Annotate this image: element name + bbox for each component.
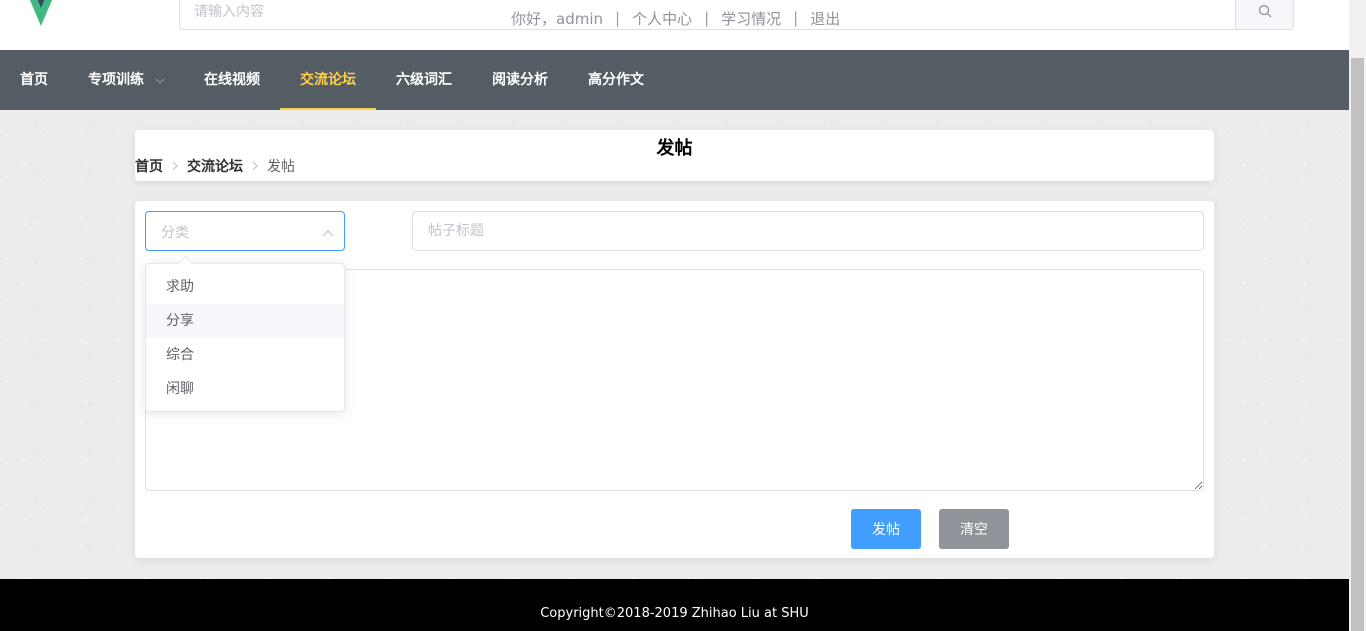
page-title: 发帖 bbox=[656, 138, 693, 159]
user-links: 你好，admin | 个人中心 | 学习情况 | 退出 bbox=[511, 8, 840, 28]
post-title-input[interactable] bbox=[412, 211, 1204, 251]
main-nav: 首页 专项训练 在线视频 交流论坛 六级词汇 阅读分析 高分作文 bbox=[0, 50, 1349, 110]
category-placeholder: 分类 bbox=[161, 225, 189, 241]
breadcrumb-forum[interactable]: 交流论坛 bbox=[187, 156, 243, 176]
nav-item-essay[interactable]: 高分作文 bbox=[588, 50, 644, 110]
search-icon bbox=[1258, 4, 1271, 18]
separator: | bbox=[615, 9, 621, 27]
nav-item-home[interactable]: 首页 bbox=[20, 50, 48, 110]
study-status-link[interactable]: 学习情况 bbox=[721, 8, 781, 29]
title-card: 发帖 首页 交流论坛 发帖 bbox=[135, 130, 1214, 181]
nav-item-special-training[interactable]: 专项训练 bbox=[88, 50, 165, 110]
chevron-right-icon bbox=[252, 161, 258, 171]
breadcrumb-home[interactable]: 首页 bbox=[135, 156, 163, 176]
nav-item-label: 专项训练 bbox=[88, 72, 144, 88]
separator: | bbox=[704, 9, 710, 27]
category-option-help[interactable]: 求助 bbox=[146, 270, 344, 304]
nav-item-online-video[interactable]: 在线视频 bbox=[204, 50, 260, 110]
nav-item-forum[interactable]: 交流论坛 bbox=[280, 50, 376, 110]
scrollbar-thumb[interactable] bbox=[1351, 58, 1364, 631]
chevron-right-icon bbox=[172, 161, 178, 171]
logout-link[interactable]: 退出 bbox=[810, 8, 840, 29]
top-header: 你好，admin | 个人中心 | 学习情况 | 退出 bbox=[0, 0, 1349, 50]
nav-item-vocabulary[interactable]: 六级词汇 bbox=[396, 50, 452, 110]
profile-link[interactable]: 个人中心 bbox=[632, 8, 692, 29]
breadcrumb: 首页 交流论坛 发帖 bbox=[135, 156, 295, 176]
chevron-down-icon bbox=[155, 50, 165, 110]
chevron-up-icon bbox=[322, 225, 334, 241]
greeting-text: 你好，admin bbox=[511, 9, 603, 28]
footer: Copyright©2018-2019 Zhihao Liu at SHU bbox=[0, 579, 1349, 631]
category-option-chat[interactable]: 闲聊 bbox=[146, 372, 344, 406]
category-option-share[interactable]: 分享 bbox=[146, 304, 344, 338]
category-option-general[interactable]: 综合 bbox=[146, 338, 344, 372]
copyright-text: Copyright©2018-2019 Zhihao Liu at SHU bbox=[540, 606, 809, 621]
logo-icon[interactable] bbox=[24, 0, 58, 26]
clear-button[interactable]: 清空 bbox=[939, 509, 1009, 549]
separator: | bbox=[793, 9, 799, 27]
post-button[interactable]: 发帖 bbox=[851, 509, 921, 549]
breadcrumb-current: 发帖 bbox=[267, 159, 295, 175]
category-dropdown: 求助 分享 综合 闲聊 bbox=[145, 263, 345, 412]
category-select[interactable]: 分类 bbox=[145, 211, 345, 251]
search-button[interactable] bbox=[1235, 0, 1293, 29]
nav-item-reading-analysis[interactable]: 阅读分析 bbox=[492, 50, 548, 110]
